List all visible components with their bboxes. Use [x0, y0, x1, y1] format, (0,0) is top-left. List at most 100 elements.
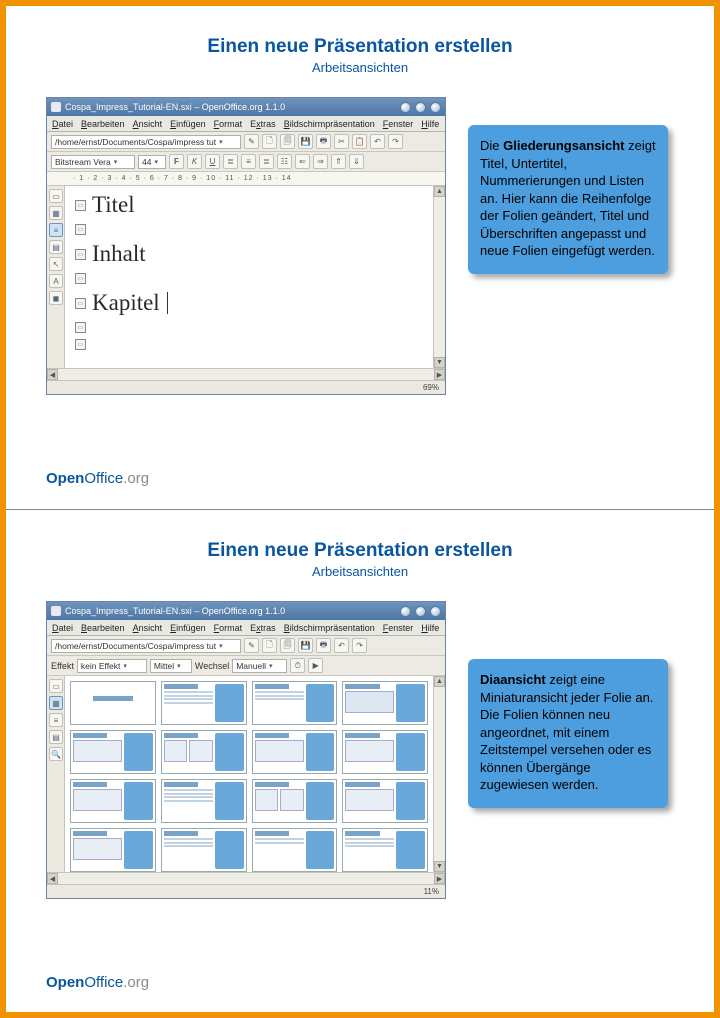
slide-thumb[interactable] — [70, 681, 156, 725]
speed-select[interactable]: Mittel — [150, 659, 192, 673]
window-titlebar[interactable]: Cospa_Impress_Tutorial-EN.sxi – OpenOffi… — [47, 602, 445, 620]
slide-thumb[interactable] — [161, 730, 247, 774]
slide-thumb[interactable] — [252, 779, 338, 823]
tb-btn[interactable]: ↶ — [334, 638, 349, 653]
slide-sorter-canvas[interactable] — [65, 676, 433, 872]
tb-btn[interactable]: ✂ — [334, 134, 349, 149]
tb-btn[interactable]: 🗐 — [280, 134, 295, 149]
menu-item[interactable]: Format — [214, 119, 243, 129]
menu-item[interactable]: Format — [214, 623, 243, 633]
moveup-button[interactable]: ⇑ — [331, 154, 346, 169]
slide-thumb[interactable] — [252, 681, 338, 725]
font-name-field[interactable]: Bitstream Vera — [51, 155, 135, 169]
scrollbar-vertical[interactable]: ▲ ▼ — [433, 186, 445, 368]
scroll-right[interactable]: ▶ — [434, 369, 445, 380]
view-btn[interactable]: ▭ — [49, 679, 63, 693]
menu-item[interactable]: Einfügen — [170, 119, 206, 129]
menu-item[interactable]: Extras — [250, 623, 276, 633]
underline-button[interactable]: U — [205, 154, 220, 169]
bullet-button[interactable]: ☷ — [277, 154, 292, 169]
menu-item[interactable]: Fenster — [383, 119, 414, 129]
view-btn-outline[interactable]: ≡ — [49, 223, 63, 237]
menu-item[interactable]: Ansicht — [133, 623, 163, 633]
slide-thumb[interactable] — [342, 681, 428, 725]
menu-item[interactable]: Datei — [52, 119, 73, 129]
tb-btn[interactable]: 🗐 — [280, 638, 295, 653]
outline-item[interactable]: Kapitel — [92, 290, 160, 316]
slide-thumb[interactable] — [161, 779, 247, 823]
menu-item[interactable]: Bildschirmpräsentation — [284, 119, 375, 129]
maximize-button[interactable] — [415, 606, 426, 617]
scroll-up[interactable]: ▲ — [434, 676, 445, 687]
tb-btn[interactable]: ↷ — [352, 638, 367, 653]
menu-item[interactable]: Hilfe — [421, 119, 439, 129]
rehearse-button[interactable]: ⏱ — [290, 658, 305, 673]
slide-thumb[interactable] — [342, 730, 428, 774]
menu-item[interactable]: Bildschirmpräsentation — [284, 623, 375, 633]
maximize-button[interactable] — [415, 102, 426, 113]
menu-bar[interactable]: Datei Bearbeiten Ansicht Einfügen Format… — [47, 116, 445, 132]
italic-button[interactable]: K — [187, 154, 202, 169]
outline-item[interactable]: Titel — [92, 192, 135, 218]
scrollbar-horizontal[interactable]: ◀ ▶ — [47, 368, 445, 380]
view-btn[interactable]: ▤ — [49, 730, 63, 744]
minimize-button[interactable] — [400, 606, 411, 617]
bold-button[interactable]: F — [169, 154, 184, 169]
slide-thumb[interactable] — [70, 828, 156, 872]
menu-item[interactable]: Fenster — [383, 623, 414, 633]
minimize-button[interactable] — [400, 102, 411, 113]
effect-select[interactable]: kein Effekt — [77, 659, 147, 673]
view-btn[interactable]: ≡ — [49, 713, 63, 727]
slide-thumb[interactable] — [70, 779, 156, 823]
menu-item[interactable]: Datei — [52, 623, 73, 633]
scroll-down[interactable]: ▼ — [434, 357, 445, 368]
scroll-up[interactable]: ▲ — [434, 186, 445, 197]
promote-button[interactable]: ⇐ — [295, 154, 310, 169]
tb-btn[interactable]: 🖶 — [316, 134, 331, 149]
slide-thumb[interactable] — [161, 828, 247, 872]
tb-btn[interactable]: 💾 — [298, 638, 313, 653]
slide-thumb[interactable] — [252, 730, 338, 774]
view-btn[interactable]: ▤ — [49, 240, 63, 254]
tb-btn[interactable]: 💾 — [298, 134, 313, 149]
window-titlebar[interactable]: Cospa_Impress_Tutorial-EN.sxi – OpenOffi… — [47, 98, 445, 116]
menu-item[interactable]: Bearbeiten — [81, 623, 125, 633]
scroll-left[interactable]: ◀ — [47, 873, 58, 884]
tb-btn[interactable]: ↷ — [388, 134, 403, 149]
slide-thumb[interactable] — [252, 828, 338, 872]
align-button[interactable]: ≣ — [223, 154, 238, 169]
menu-item[interactable]: Hilfe — [421, 623, 439, 633]
close-button[interactable] — [430, 606, 441, 617]
zoom-tool[interactable]: 🔍 — [49, 747, 63, 761]
path-field[interactable]: /home/ernst/Documents/Cospa/impress tut — [51, 639, 241, 653]
menu-item[interactable]: Bearbeiten — [81, 119, 125, 129]
tb-btn[interactable]: 📋 — [352, 134, 367, 149]
menu-item[interactable]: Einfügen — [170, 623, 206, 633]
scrollbar-horizontal[interactable]: ◀ ▶ — [47, 872, 445, 884]
scroll-right[interactable]: ▶ — [434, 873, 445, 884]
tb-btn[interactable]: 🖶 — [316, 638, 331, 653]
view-btn[interactable]: ▭ — [49, 189, 63, 203]
close-button[interactable] — [430, 102, 441, 113]
scroll-down[interactable]: ▼ — [434, 861, 445, 872]
path-field[interactable]: /home/ernst/Documents/Cospa/impress tut — [51, 135, 241, 149]
show-button[interactable]: ▶ — [308, 658, 323, 673]
tb-btn[interactable]: 🗋 — [262, 638, 277, 653]
align-button[interactable]: ≡ — [241, 154, 256, 169]
scroll-left[interactable]: ◀ — [47, 369, 58, 380]
slide-thumb[interactable] — [342, 828, 428, 872]
font-size-field[interactable]: 44 — [138, 155, 166, 169]
slide-thumb[interactable] — [342, 779, 428, 823]
arrow-tool[interactable]: ↖ — [49, 257, 63, 271]
tb-btn[interactable]: ✎ — [244, 134, 259, 149]
menu-item[interactable]: Ansicht — [133, 119, 163, 129]
slide-thumb[interactable] — [70, 730, 156, 774]
outline-item[interactable]: Inhalt — [92, 241, 146, 267]
change-select[interactable]: Manuell — [232, 659, 287, 673]
slide-thumb[interactable] — [161, 681, 247, 725]
tb-btn[interactable]: ↶ — [370, 134, 385, 149]
tb-btn[interactable]: 🗋 — [262, 134, 277, 149]
outline-canvas[interactable]: ▭Titel ▭ ▭Inhalt ▭ ▭Kapitel ▭ ▭ — [65, 186, 433, 368]
view-btn[interactable]: ▦ — [49, 206, 63, 220]
movedown-button[interactable]: ⇓ — [349, 154, 364, 169]
